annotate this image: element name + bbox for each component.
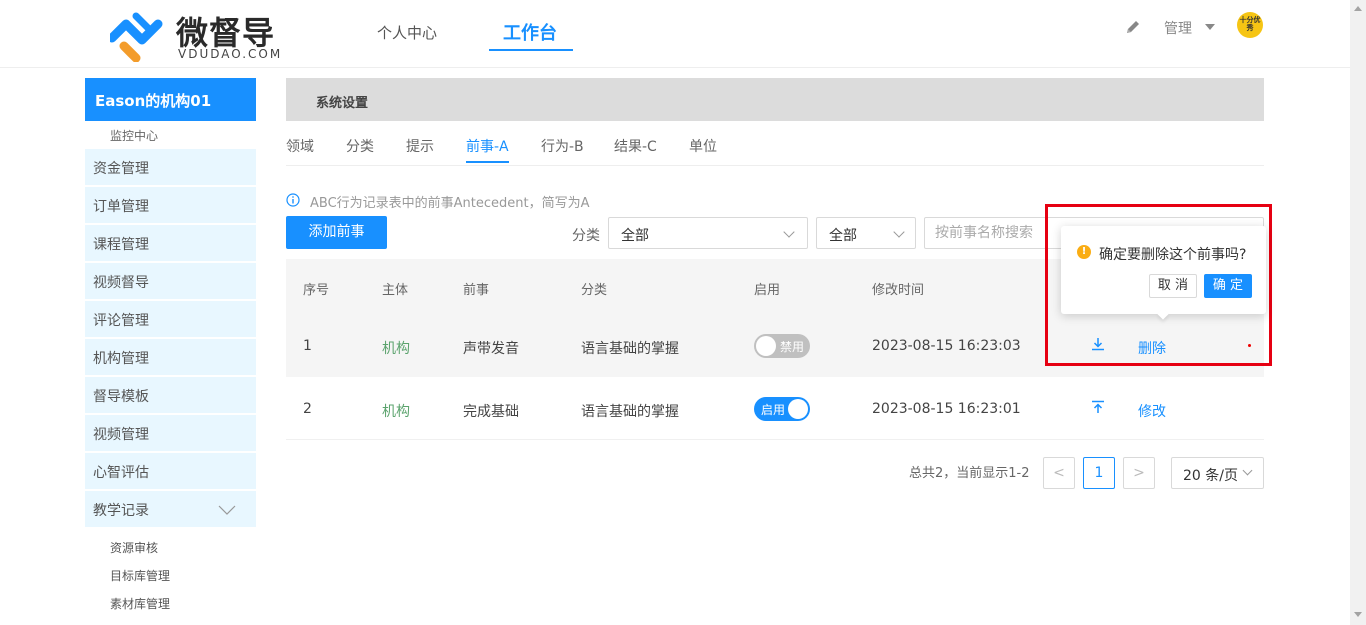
confirm-message: 确定要删除这个前事吗? xyxy=(1099,247,1247,263)
delete-confirm-popover: ! 确定要删除这个前事吗? 取 消 确 定 xyxy=(1061,226,1266,320)
org-title[interactable]: Eason的机构01 xyxy=(85,78,256,121)
sidebar-item-org-management[interactable]: 机构管理 xyxy=(85,339,256,375)
tab-unit[interactable]: 单位 xyxy=(689,136,717,156)
toggle-label: 启用 xyxy=(761,403,786,417)
column-header-enabled: 启用 xyxy=(754,283,781,298)
sidebar-item-monitor[interactable]: 监控中心 xyxy=(110,127,158,144)
page-size-select[interactable]: 20 条/页 xyxy=(1171,457,1264,489)
sidebar-item-funds[interactable]: 资金管理 xyxy=(85,149,256,185)
chevron-down-icon[interactable] xyxy=(218,505,236,515)
cell-category: 语言基础的掌握 xyxy=(581,341,679,357)
toggle-label: 禁用 xyxy=(780,340,805,354)
edit-link[interactable]: 修改 xyxy=(1138,401,1166,421)
prev-page-button[interactable]: < xyxy=(1043,457,1075,489)
sidebar-item-video-management[interactable]: 视频管理 xyxy=(85,415,256,451)
column-header-antecedent: 前事 xyxy=(463,283,490,298)
sidebar-subitem-goal-library[interactable]: 目标库管理 xyxy=(110,567,170,584)
page-number-button[interactable]: 1 xyxy=(1083,457,1115,489)
vertical-scrollbar[interactable] xyxy=(1350,0,1366,625)
sidebar-subitem-resource-review[interactable]: 资源审核 xyxy=(110,539,158,556)
logo-mark-icon xyxy=(110,12,163,62)
cell-antecedent: 完成基础 xyxy=(463,404,519,420)
table-row: 2 机构 完成基础 语言基础的掌握 启用 2023-08-15 16:23:01… xyxy=(286,377,1264,440)
enable-toggle[interactable]: 启用 xyxy=(754,397,810,421)
tab-domain[interactable]: 领域 xyxy=(286,136,314,156)
warning-icon: ! xyxy=(1077,245,1091,259)
tab-hint[interactable]: 提示 xyxy=(406,136,434,156)
user-avatar[interactable]: 十分优秀 xyxy=(1237,12,1263,38)
cell-index: 1 xyxy=(303,338,312,354)
page-title: 系统设置 xyxy=(286,78,1264,121)
tab-category[interactable]: 分类 xyxy=(346,136,374,156)
brand-sub: VDUDAO.COM xyxy=(178,47,283,61)
caret-down-icon[interactable] xyxy=(1205,24,1215,30)
info-text: ABC行为记录表中的前事Antecedent，简写为A xyxy=(310,196,590,211)
sidebar-item-comments[interactable]: 评论管理 xyxy=(85,301,256,337)
add-antecedent-button[interactable]: 添加前事 xyxy=(286,216,387,249)
category-select-value: 全部 xyxy=(621,228,649,244)
cell-subject: 机构 xyxy=(382,341,410,357)
nav-personal-center[interactable]: 个人中心 xyxy=(377,22,437,43)
cell-category: 语言基础的掌握 xyxy=(581,404,679,420)
admin-menu[interactable]: 管理 xyxy=(1164,18,1192,38)
chevron-down-icon xyxy=(783,226,795,238)
logo[interactable]: 微督导 VDUDAO.COM xyxy=(110,8,300,62)
category-select[interactable]: 全部 xyxy=(608,217,808,249)
tab-consequence-c[interactable]: 结果-C xyxy=(614,136,657,156)
sidebar-item-templates[interactable]: 督导模板 xyxy=(85,377,256,413)
cell-antecedent: 声带发音 xyxy=(463,341,519,357)
confirm-button[interactable]: 确 定 xyxy=(1204,274,1252,298)
toggle-knob xyxy=(788,399,808,419)
next-page-button[interactable]: > xyxy=(1123,457,1155,489)
cell-subject: 机构 xyxy=(382,404,410,420)
cancel-button[interactable]: 取 消 xyxy=(1149,274,1197,298)
pagination-total: 总共2，当前显示1-2 xyxy=(909,466,1030,481)
top-header: 微督导 VDUDAO.COM 个人中心 工作台 管理 十分优秀 xyxy=(0,0,1350,68)
sidebar-subitem-material-library[interactable]: 素材库管理 xyxy=(110,595,170,612)
tab-behavior-b[interactable]: 行为-B xyxy=(541,136,584,156)
scroll-up-arrow-icon[interactable] xyxy=(1354,6,1362,11)
column-header-modified-time: 修改时间 xyxy=(872,283,925,298)
sidebar-item-video-supervision[interactable]: 视频督导 xyxy=(85,263,256,299)
tab-active-underline xyxy=(466,161,509,163)
chevron-down-icon xyxy=(893,226,905,238)
tab-antecedent-a[interactable]: 前事-A xyxy=(466,136,509,156)
column-header-index: 序号 xyxy=(303,283,330,298)
filter-label: 分类 xyxy=(572,228,600,244)
page: 微督导 VDUDAO.COM 个人中心 工作台 管理 十分优秀 Eason的机构… xyxy=(0,0,1366,625)
cell-modified-time: 2023-08-15 16:23:01 xyxy=(872,401,1021,417)
scroll-down-arrow-icon[interactable] xyxy=(1354,612,1362,617)
status-select-value: 全部 xyxy=(829,228,857,244)
column-header-subject: 主体 xyxy=(382,283,409,298)
info-icon xyxy=(286,193,300,207)
cell-index: 2 xyxy=(303,401,312,417)
toggle-knob xyxy=(756,336,776,356)
sidebar-item-assessment[interactable]: 心智评估 xyxy=(85,453,256,489)
sidebar-item-courses[interactable]: 课程管理 xyxy=(85,225,256,261)
enable-toggle[interactable]: 禁用 xyxy=(754,334,810,358)
cell-modified-time: 2023-08-15 16:23:03 xyxy=(872,338,1021,354)
nav-active-underline xyxy=(489,49,573,51)
status-select[interactable]: 全部 xyxy=(816,217,916,249)
sidebar-item-orders[interactable]: 订单管理 xyxy=(85,187,256,223)
upload-icon[interactable] xyxy=(1090,399,1106,415)
page-size-value: 20 条/页 xyxy=(1183,468,1238,484)
tabs-divider xyxy=(286,165,1264,166)
pencil-icon[interactable] xyxy=(1124,18,1142,36)
chevron-down-icon xyxy=(1242,465,1253,476)
column-header-category: 分类 xyxy=(581,283,608,298)
nav-workbench[interactable]: 工作台 xyxy=(503,19,557,45)
